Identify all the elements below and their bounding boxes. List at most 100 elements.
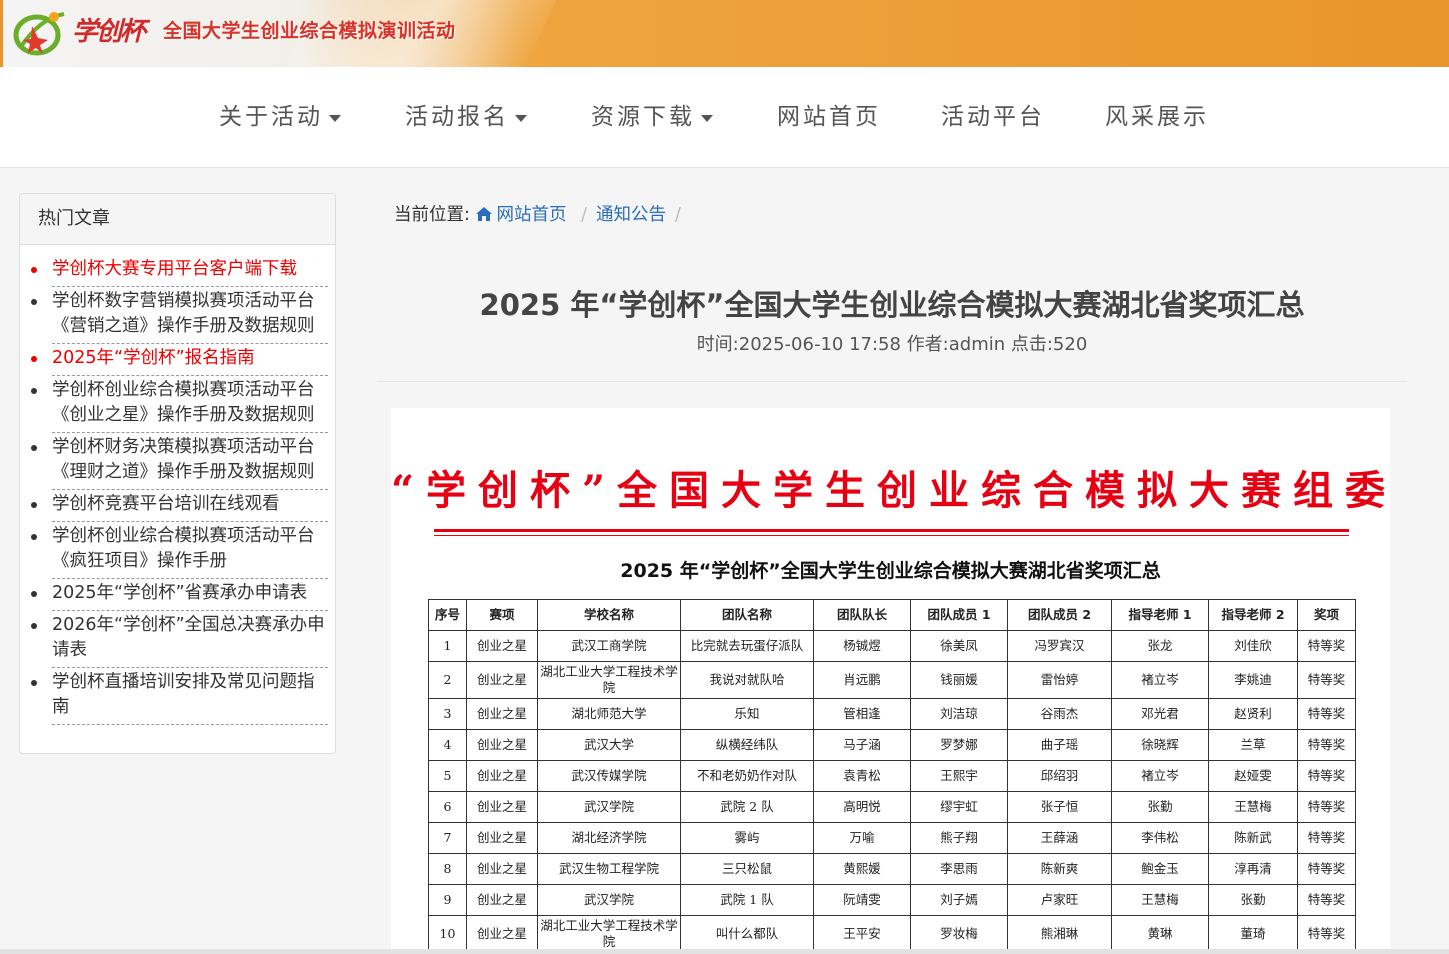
nav-item-downloads[interactable]: 资源下载 xyxy=(591,101,713,133)
table-row: 5 创业之星 武汉传媒学院 不和老奶奶作对队 袁青松 王熙宇 邱绍羽 褚立岑 赵娅雯 特等奖 xyxy=(428,760,1356,792)
table-cell: 王平安 xyxy=(813,915,911,953)
banner-edge xyxy=(0,0,3,67)
list-item[interactable]: 学创杯创业综合模拟赛项活动平台《疯狂项目》操作手册 xyxy=(31,522,328,579)
nav-label: 活动平台 xyxy=(941,104,1045,130)
table-cell: 鲍金玉 xyxy=(1111,853,1209,885)
table-cell: 赵贤利 xyxy=(1208,698,1298,730)
list-item[interactable]: 学创杯财务决策模拟赛项活动平台《理财之道》操作手册及数据规则 xyxy=(31,433,328,490)
list-item[interactable]: 学创杯竞赛平台培训在线观看 xyxy=(31,490,328,522)
table-cell: 创业之星 xyxy=(466,884,538,916)
header-banner: 学创杯 全国大学生创业综合模拟演训活动 xyxy=(0,0,1449,67)
table-cell: 创业之星 xyxy=(466,791,538,823)
document-image: “学创杯”全国大学生创业综合模拟大赛组委会文件 2025 年“学创杯”全国大学生… xyxy=(391,408,1390,954)
table-cell: 特等奖 xyxy=(1297,698,1356,730)
table-cell: 湖北经济学院 xyxy=(537,822,681,854)
table-cell: 2 xyxy=(428,661,467,699)
column-header: 指导老师 1 xyxy=(1111,599,1209,631)
table-cell: 刘洁琼 xyxy=(910,698,1008,730)
table-cell: 湖北工业大学工程技术学院 xyxy=(537,661,681,699)
nav-label: 网站首页 xyxy=(777,104,881,130)
table-cell: 三只松鼠 xyxy=(680,853,814,885)
table-cell: 赵娅雯 xyxy=(1208,760,1298,792)
breadcrumb-separator: / xyxy=(581,205,587,225)
table-cell: 创业之星 xyxy=(466,729,538,761)
table-cell: 徐美凤 xyxy=(910,630,1008,662)
red-rule-thin xyxy=(434,535,1349,536)
document-subtitle: 2025 年“学创杯”全国大学生创业综合模拟大赛湖北省奖项汇总 xyxy=(620,560,1161,582)
table-cell: 武汉学院 xyxy=(537,884,681,916)
table-cell: 武汉传媒学院 xyxy=(537,760,681,792)
list-item[interactable]: 2026年“学创杯”全国总决赛承办申请表 xyxy=(31,611,328,668)
table-cell: 武院 1 队 xyxy=(680,884,814,916)
nav-item-signup[interactable]: 活动报名 xyxy=(405,101,527,133)
table-cell: 特等奖 xyxy=(1297,853,1356,885)
table-cell: 特等奖 xyxy=(1297,630,1356,662)
table-cell: 7 xyxy=(428,822,467,854)
nav-item-platform[interactable]: 活动平台 xyxy=(941,101,1045,133)
table-cell: 杨铖煜 xyxy=(813,630,911,662)
divider xyxy=(377,381,1407,382)
table-cell: 武院 2 队 xyxy=(680,791,814,823)
table-cell: 王薛涵 xyxy=(1007,822,1112,854)
table-cell: 特等奖 xyxy=(1297,791,1356,823)
awards-table: 序号 赛项 学校名称 团队名称 团队队长 团队成员 1 团队成员 2 指导老师 1 指导老师 2… xyxy=(428,599,1356,953)
table-cell: 创业之星 xyxy=(466,661,538,699)
table-cell: 乐知 xyxy=(680,698,814,730)
list-item[interactable]: 学创杯大赛专用平台客户端下载 xyxy=(31,255,328,287)
table-cell: 武汉大学 xyxy=(537,729,681,761)
nav-item-about[interactable]: 关于活动 xyxy=(219,101,341,133)
breadcrumb-home-link[interactable]: 网站首页 xyxy=(475,205,572,225)
table-cell: 特等奖 xyxy=(1297,822,1356,854)
table-cell: 特等奖 xyxy=(1297,915,1356,953)
table-cell: 褚立岑 xyxy=(1111,760,1209,792)
table-cell: 罗妆梅 xyxy=(910,915,1008,953)
list-item[interactable]: 2025年“学创杯”省赛承办申请表 xyxy=(31,579,328,611)
caret-down-icon xyxy=(701,114,713,122)
column-header: 指导老师 2 xyxy=(1208,599,1298,631)
brand-script-logo: 学创杯 xyxy=(72,17,146,47)
table-cell: 创业之星 xyxy=(466,915,538,953)
table-cell: 武汉生物工程学院 xyxy=(537,853,681,885)
horizontal-scrollbar[interactable] xyxy=(0,949,1449,954)
list-item[interactable]: 学创杯数字营销模拟赛项活动平台《营销之道》操作手册及数据规则 xyxy=(31,287,328,344)
column-header: 团队成员 1 xyxy=(910,599,1008,631)
column-header: 序号 xyxy=(428,599,467,631)
table-cell: 黄熙媛 xyxy=(813,853,911,885)
table-cell: 万喻 xyxy=(813,822,911,854)
table-cell: 卢家旺 xyxy=(1007,884,1112,916)
document-heading: “学创杯”全国大学生创业综合模拟大赛组委会文件 xyxy=(391,467,1390,514)
table-cell: 褚立岑 xyxy=(1111,661,1209,699)
table-cell: 谷雨杰 xyxy=(1007,698,1112,730)
table-cell: 曲子瑶 xyxy=(1007,729,1112,761)
table-cell: 10 xyxy=(428,915,467,953)
table-cell: 袁青松 xyxy=(813,760,911,792)
table-cell: 钱丽媛 xyxy=(910,661,1008,699)
table-cell: 雾屿 xyxy=(680,822,814,854)
table-cell: 6 xyxy=(428,791,467,823)
table-cell: 创业之星 xyxy=(466,853,538,885)
breadcrumb-section-link[interactable]: 通知公告 xyxy=(596,205,666,225)
table-cell: 湖北工业大学工程技术学院 xyxy=(537,915,681,953)
list-item[interactable]: 学创杯直播培训安排及常见问题指南 xyxy=(31,668,328,725)
table-cell: 武汉学院 xyxy=(537,791,681,823)
nav-item-home[interactable]: 网站首页 xyxy=(777,101,881,133)
table-cell: 特等奖 xyxy=(1297,729,1356,761)
table-cell: 徐晓辉 xyxy=(1111,729,1209,761)
table-row: 2 创业之星 湖北工业大学工程技术学院 我说对就队哈 肖远鹏 钱丽媛 雷怡婷 褚立岑 李姚迪 特等… xyxy=(428,661,1356,699)
table-header-row: 序号 赛项 学校名称 团队名称 团队队长 团队成员 1 团队成员 2 指导老师 1 指导老师 2… xyxy=(428,599,1356,631)
logo-icon[interactable] xyxy=(10,8,68,58)
column-header: 团队成员 2 xyxy=(1007,599,1112,631)
breadcrumb-prefix: 当前位置: xyxy=(394,205,470,225)
table-cell: 刘佳欣 xyxy=(1208,630,1298,662)
table-cell: 阮靖雯 xyxy=(813,884,911,916)
table-cell: 陈新爽 xyxy=(1007,853,1112,885)
home-icon xyxy=(476,207,493,221)
list-item[interactable]: 学创杯创业综合模拟赛项活动平台《创业之星》操作手册及数据规则 xyxy=(31,376,328,433)
table-cell: 熊湘琳 xyxy=(1007,915,1112,953)
list-item[interactable]: 2025年“学创杯”报名指南 xyxy=(31,344,328,376)
table-cell: 湖北师范大学 xyxy=(537,698,681,730)
table-row: 1 创业之星 武汉工商学院 比完就去玩蛋仔派队 杨铖煜 徐美凤 冯罗宾汉 张龙 刘佳欣 特等奖 xyxy=(428,630,1356,662)
table-cell: 比完就去玩蛋仔派队 xyxy=(680,630,814,662)
nav-item-showcase[interactable]: 风采展示 xyxy=(1105,101,1209,133)
table-row: 3 创业之星 湖北师范大学 乐知 管相逢 刘洁琼 谷雨杰 邓光君 赵贤利 特等奖 xyxy=(428,698,1356,730)
